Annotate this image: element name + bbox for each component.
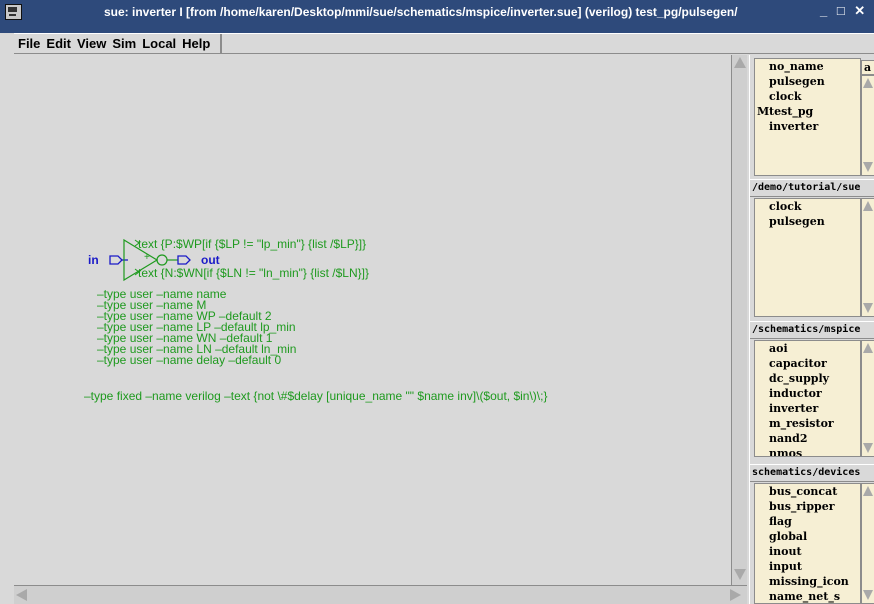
scroll-down-arrow-icon[interactable] (863, 162, 873, 172)
list-item[interactable]: m_resistor (755, 416, 860, 431)
scroll-up-arrow-icon[interactable] (863, 486, 873, 496)
list-item[interactable]: clock (755, 89, 860, 104)
output-pin-icon (177, 255, 191, 265)
title-bar: sue: inverter I [from /home/karen/Deskto… (0, 0, 874, 33)
menu-view[interactable]: View (77, 36, 106, 51)
list-item[interactable]: nand2 (755, 431, 860, 446)
library-panel: no_name pulsegen clock Mtest_pg inverter… (749, 55, 874, 604)
scroll-right-arrow-icon[interactable] (730, 589, 741, 601)
list-item[interactable]: aoi (755, 341, 860, 356)
menu-file[interactable]: File (18, 36, 40, 51)
inverter-bubble (156, 254, 168, 266)
canvas-horizontal-scrollbar[interactable] (14, 585, 747, 604)
menu-bar: File Edit View Sim Local Help (14, 33, 874, 54)
library-header: /demo/tutorial/sue (750, 179, 874, 197)
scroll-down-arrow-icon[interactable] (863, 590, 873, 600)
scroll-up-arrow-icon[interactable] (863, 78, 873, 88)
menu-local[interactable]: Local (142, 36, 176, 51)
list-item[interactable]: pulsegen (755, 214, 860, 229)
list-item[interactable]: nmos (755, 446, 860, 456)
list-item[interactable]: inverter (755, 119, 860, 134)
list-item[interactable]: clock (755, 199, 860, 214)
library-list[interactable]: clock pulsegen (754, 198, 861, 317)
pin-label-in: in (88, 253, 99, 267)
hierarchy-scrollbar[interactable] (861, 75, 874, 176)
plus-sign: + (144, 252, 150, 263)
pin-label-out: out (201, 253, 220, 267)
list-item[interactable]: no_name (755, 59, 860, 74)
list-item[interactable]: bus_ripper (755, 499, 860, 514)
list-item[interactable]: global (755, 529, 860, 544)
panel-corner-box[interactable]: a (861, 60, 874, 75)
list-item[interactable]: missing_icon (755, 574, 860, 589)
scroll-left-arrow-icon[interactable] (16, 589, 27, 601)
list-item[interactable]: input (755, 559, 860, 574)
menu-group: File Edit View Sim Local Help (14, 34, 223, 53)
text-n-expression[interactable]: text {N:$WN[if {$LN != "ln_min"} {list /… (138, 266, 369, 280)
list-item[interactable]: name_net_s (755, 589, 860, 603)
menu-edit[interactable]: Edit (46, 36, 71, 51)
param-line[interactable]: –type user –name delay –default 0 (97, 354, 281, 366)
verilog-line[interactable]: –type fixed –name verilog –text {not \#$… (84, 390, 547, 402)
list-item[interactable]: bus_concat (755, 484, 860, 499)
list-item[interactable]: inverter (755, 401, 860, 416)
library-scrollbar[interactable] (861, 198, 874, 317)
canvas-vertical-scrollbar[interactable] (731, 55, 747, 585)
list-item[interactable]: capacitor (755, 356, 860, 371)
library-list[interactable]: bus_concat bus_ripper flag global inout … (754, 483, 861, 604)
list-item[interactable]: pulsegen (755, 74, 860, 89)
scroll-up-arrow-icon[interactable] (863, 201, 873, 211)
current-marker: M (757, 105, 770, 118)
library-scrollbar[interactable] (861, 340, 874, 457)
list-item[interactable]: inout (755, 544, 860, 559)
list-item[interactable]: flag (755, 514, 860, 529)
library-header: /schematics/mspice (750, 321, 874, 339)
hierarchy-list[interactable]: no_name pulsegen clock Mtest_pg inverter (754, 58, 861, 176)
scroll-up-arrow-icon[interactable] (734, 57, 746, 68)
scroll-down-arrow-icon[interactable] (863, 443, 873, 453)
text-p-expression[interactable]: text {P:$WP[if {$LP != "lp_min"} {list /… (138, 237, 366, 251)
schematic-canvas[interactable]: in out + text {P:$WP[if {$LP != "lp_min"… (14, 55, 731, 585)
input-pin-icon (109, 255, 123, 265)
list-item[interactable]: dc_supply (755, 371, 860, 386)
window-controls[interactable]: _ □ ✕ (820, 3, 868, 19)
library-list[interactable]: aoi capacitor dc_supply inductor inverte… (754, 340, 861, 457)
scroll-down-arrow-icon[interactable] (863, 303, 873, 313)
app-icon[interactable] (5, 4, 22, 20)
menu-sim[interactable]: Sim (112, 36, 136, 51)
list-item[interactable]: Mtest_pg (755, 104, 860, 119)
library-header: schematics/devices (750, 464, 874, 482)
library-scrollbar[interactable] (861, 483, 874, 604)
menu-help[interactable]: Help (182, 36, 210, 51)
scroll-down-arrow-icon[interactable] (734, 569, 746, 580)
list-item[interactable]: inductor (755, 386, 860, 401)
scroll-up-arrow-icon[interactable] (863, 343, 873, 353)
window-title: sue: inverter I [from /home/karen/Deskto… (104, 5, 738, 19)
